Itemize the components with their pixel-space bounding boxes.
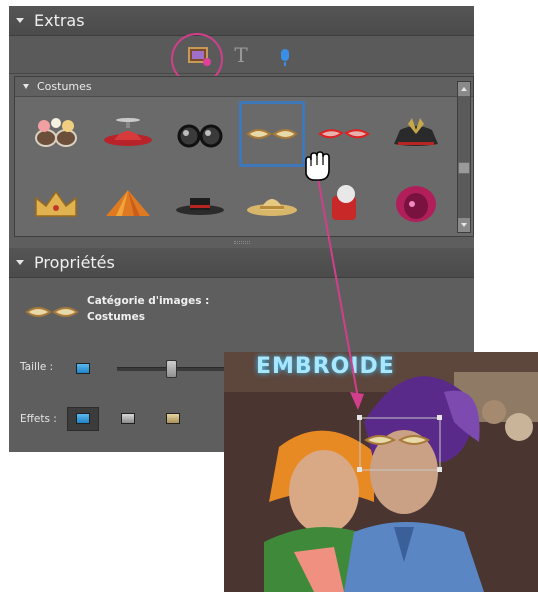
properties-header[interactable]: Propriétés — [9, 248, 474, 278]
text-tool-icon: T — [234, 43, 248, 67]
flower-glasses-icon — [35, 118, 77, 147]
audio-mode-button[interactable] — [271, 41, 299, 69]
costume-item[interactable] — [383, 171, 449, 237]
tent-hat-icon — [106, 190, 150, 216]
collapse-triangle-icon[interactable] — [16, 260, 24, 265]
cat-eye-glasses-icon — [246, 129, 298, 139]
costume-item[interactable] — [23, 101, 89, 167]
flat-hat-icon — [176, 198, 224, 215]
costume-item[interactable] — [167, 101, 233, 167]
costume-item[interactable] — [167, 171, 233, 237]
costumes-scrollbar[interactable] — [457, 81, 471, 233]
resize-grip[interactable] — [234, 241, 250, 244]
size-swatch-icon — [76, 363, 90, 374]
round-glasses-icon — [177, 124, 223, 148]
straw-hat-icon — [247, 199, 297, 216]
effect-gray-button[interactable] — [121, 413, 135, 424]
cat-eye-glasses-icon — [25, 307, 79, 317]
pirate-hat-icon — [394, 118, 438, 146]
costume-item[interactable] — [239, 171, 305, 237]
image-category-value: Costumes — [87, 311, 145, 323]
scroll-thumb[interactable] — [458, 162, 470, 174]
collapse-triangle-icon[interactable] — [16, 18, 24, 23]
image-category-label: Catégorie d'images : — [87, 295, 210, 307]
collapse-triangle-icon[interactable] — [23, 84, 29, 89]
arrow-down-icon — [461, 223, 467, 227]
extras-title: Extras — [34, 11, 85, 30]
extras-mode-bar: T — [9, 36, 474, 74]
crown-icon — [35, 190, 77, 217]
costume-item[interactable] — [95, 171, 161, 237]
hand-cursor-icon — [305, 151, 330, 181]
text-mode-button[interactable]: T — [227, 41, 255, 69]
photo-sign-text: EMBROIDE — [256, 354, 395, 379]
costumes-pane: Costumes — [14, 76, 474, 237]
effect-blue-button[interactable] — [76, 413, 90, 424]
image-category: Catégorie d'images : Costumes — [87, 293, 209, 325]
costume-item-selected[interactable] — [239, 101, 305, 167]
arrow-up-icon — [461, 87, 467, 91]
photo-image — [224, 352, 538, 592]
effect-sepia-button[interactable] — [166, 413, 180, 424]
red-glasses-icon — [318, 129, 370, 139]
scroll-down-button[interactable] — [458, 218, 470, 232]
extras-header[interactable]: Extras — [9, 6, 474, 36]
costume-item[interactable] — [95, 101, 161, 167]
properties-title: Propriétés — [34, 253, 115, 272]
effects-label: Effets : — [20, 413, 57, 425]
costume-grid — [23, 101, 453, 231]
costume-item[interactable] — [383, 101, 449, 167]
costumes-header[interactable]: Costumes — [15, 77, 473, 97]
size-label: Taille : — [20, 361, 54, 373]
scroll-up-button[interactable] — [458, 82, 470, 96]
costumes-label: Costumes — [37, 80, 92, 93]
propeller-hat-icon — [104, 118, 152, 146]
size-slider-thumb[interactable] — [166, 360, 177, 378]
feather-hat-icon — [396, 186, 436, 222]
costume-item[interactable] — [23, 171, 89, 237]
red-hat-icon — [332, 185, 356, 220]
photo-preview[interactable]: EMBROIDE — [224, 352, 538, 592]
microphone-icon — [281, 49, 289, 66]
